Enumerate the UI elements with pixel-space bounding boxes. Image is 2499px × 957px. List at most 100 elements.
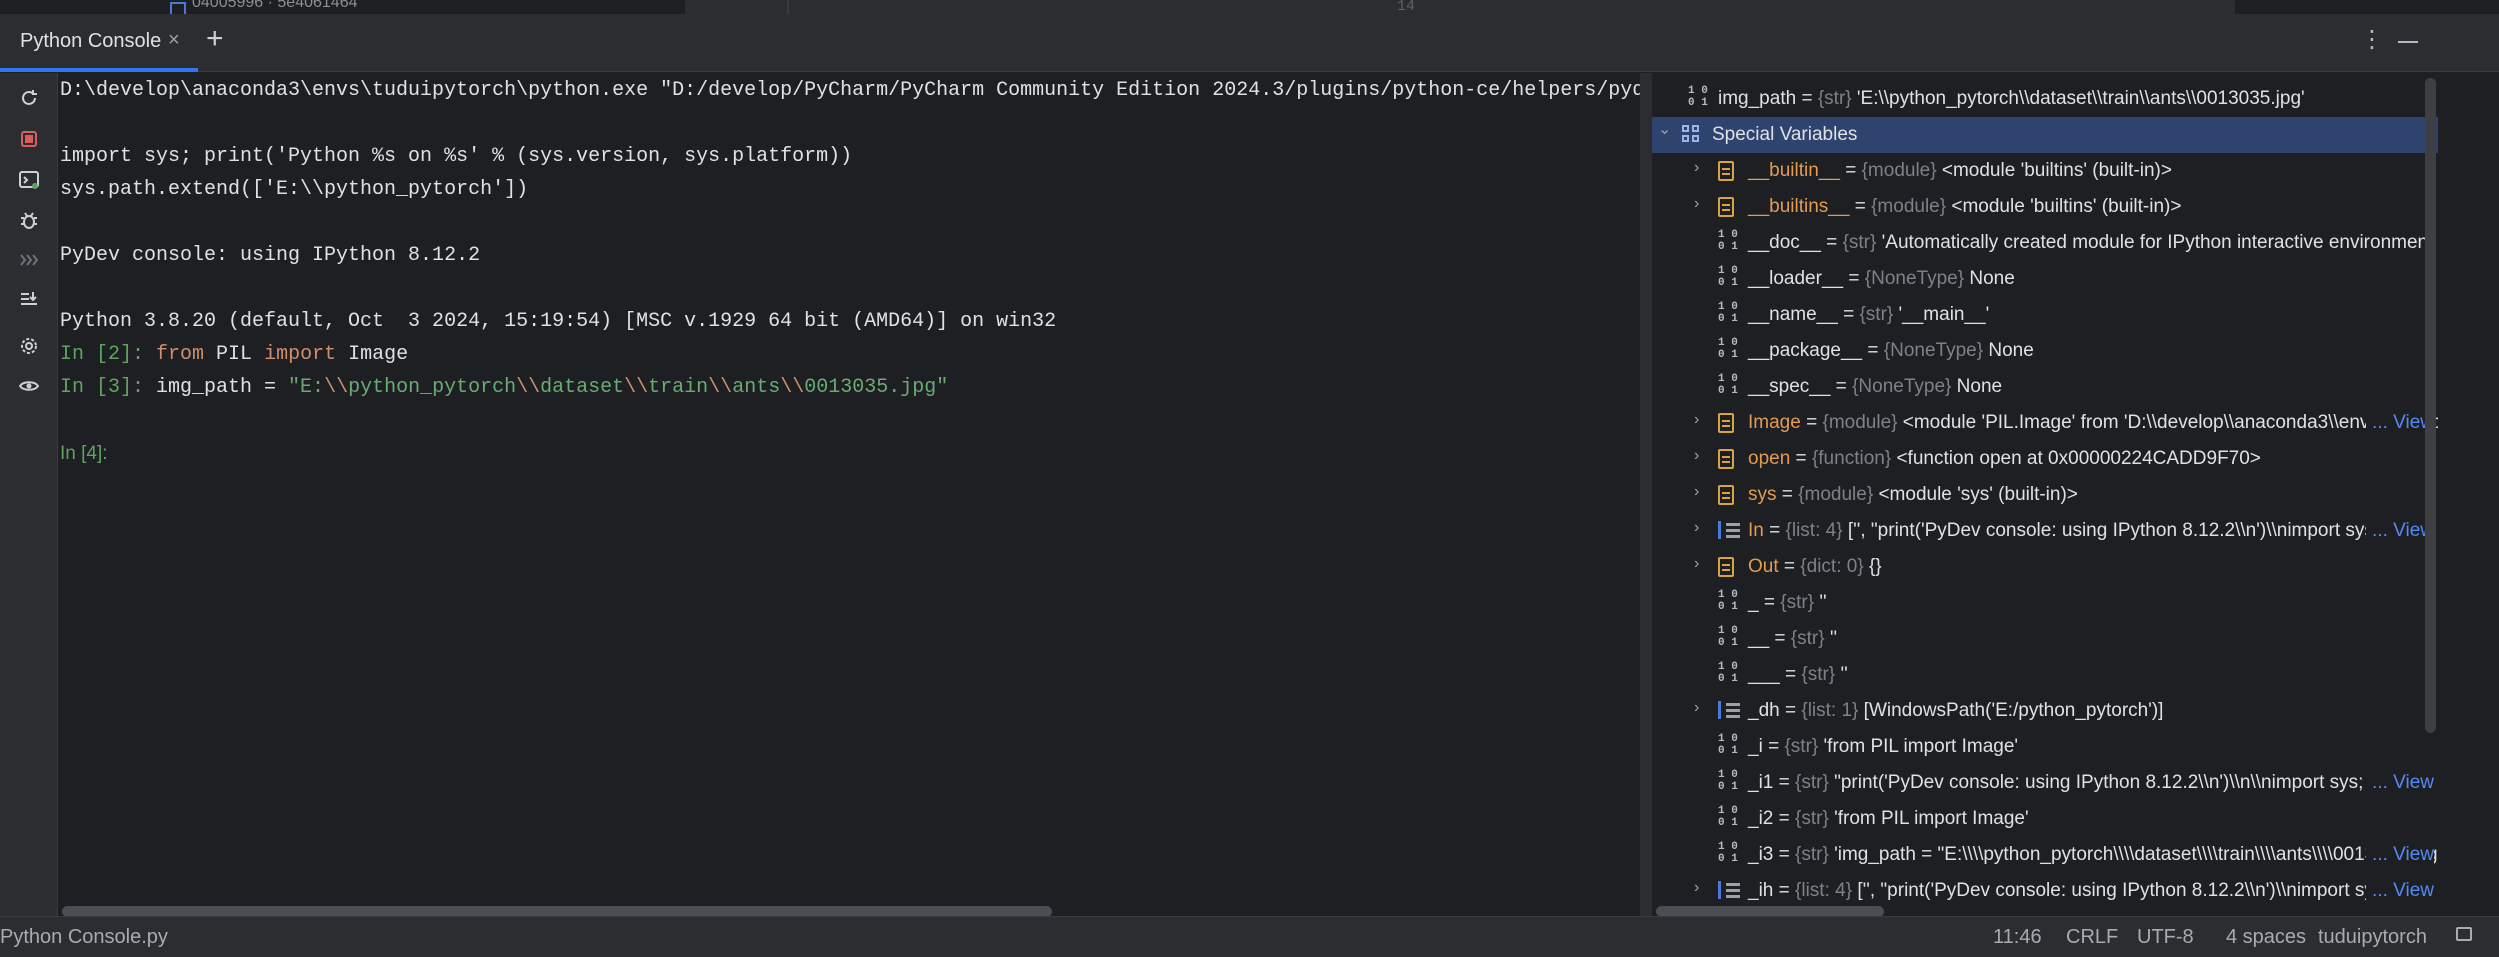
variable-row[interactable]: › _ih = {list: 4} ['', "print('PyDev cons… (1652, 873, 2438, 909)
editor-tab-fragment: 04005996 · 5e4061464 (192, 0, 358, 11)
rerun-icon[interactable] (16, 87, 42, 113)
chevron-down-icon[interactable]: ⌄ (1658, 119, 1671, 139)
variable-value: 'from PIL import Image' (1828, 808, 2029, 829)
variable-row[interactable]: › open = {function} <function open at 0x0… (1652, 441, 2438, 477)
escape-token: \\ (780, 376, 805, 399)
variable-row[interactable]: 1 00 1 _i2 = {str} 'from PIL import Image… (1652, 801, 2438, 837)
equals-sign: = (1778, 556, 1801, 577)
variable-type: {str} (1784, 736, 1819, 757)
variable-row[interactable]: 1 00 1 __doc__ = {str} 'Automatically cre… (1652, 225, 2438, 261)
view-link[interactable]: ... View (2366, 844, 2434, 866)
variable-row[interactable]: 1 00 1 __loader__ = {NoneType} None (1652, 261, 2438, 297)
tab-label: Python Console (20, 30, 162, 52)
variable-text: _dh = {list: 1} [WindowsPath('E:/python_… (1748, 700, 2163, 722)
chevron-right-icon[interactable]: › (1694, 159, 1699, 177)
chevron-right-icon[interactable]: › (1694, 195, 1699, 213)
add-tab-icon[interactable]: + (206, 24, 224, 54)
variable-row[interactable]: ⌄ Special Variables (1652, 117, 2438, 153)
status-interpreter[interactable]: tuduipytorch (2318, 926, 2427, 949)
chevron-right-icon[interactable]: › (1694, 555, 1699, 573)
variable-row[interactable]: 1 00 1 __package__ = {NoneType} None (1652, 333, 2438, 369)
variable-row[interactable]: › __builtins__ = {module} <module 'builti… (1652, 189, 2438, 225)
variable-type: {list: 4} (1795, 880, 1853, 901)
variable-row[interactable]: 1 00 1 ___ = {str} '' (1652, 657, 2438, 693)
variable-row[interactable]: 1 00 1 _i3 = {str} 'img_path = "E:\\\\pyt… (1652, 837, 2438, 873)
gutter-divider (787, 0, 789, 14)
chevron-right-icon[interactable]: › (1694, 447, 1699, 465)
chevron-right-icon[interactable]: › (1694, 519, 1699, 537)
console-line: Python 3.8.20 (default, Oct 3 2024, 15:1… (60, 310, 1057, 333)
input-prompt-current[interactable]: In [4]: (60, 440, 108, 468)
code-token: img_path = (144, 376, 289, 399)
console-output[interactable]: D:\develop\anaconda3\envs\tuduipytorch\p… (59, 73, 1872, 895)
view-link[interactable]: ... View (2366, 880, 2434, 902)
scroll-to-end-icon[interactable] (16, 289, 42, 315)
variable-text: __name__ = {str} '__main__' (1748, 304, 1989, 326)
close-icon[interactable]: × (168, 29, 180, 52)
tab-python-console[interactable]: Python Console × (0, 14, 198, 72)
equals-sign: = (1820, 232, 1843, 253)
variable-row[interactable]: 1 00 1 _i1 = {str} "print('PyDev console:… (1652, 765, 2438, 801)
variable-text: __loader__ = {NoneType} None (1748, 268, 2015, 290)
variable-row[interactable]: › Out = {dict: 0} {} (1652, 549, 2438, 585)
variable-row[interactable]: › sys = {module} <module 'sys' (built-in)… (1652, 477, 2438, 513)
variable-row[interactable]: › _dh = {list: 1} [WindowsPath('E:/python… (1652, 693, 2438, 729)
settings-gear-icon[interactable] (16, 335, 42, 361)
variable-type: {list: 1} (1801, 700, 1859, 721)
execute-icon[interactable] (16, 249, 42, 275)
file-icon (170, 2, 186, 14)
equals-sign: = (1776, 484, 1799, 505)
variable-row[interactable]: 1 00 1 _i = {str} 'from PIL import Image' (1652, 729, 2438, 765)
variable-type: {str} (1795, 772, 1829, 793)
status-line-separator[interactable]: CRLF (2066, 926, 2118, 949)
special-vars-icon (1682, 125, 1702, 145)
status-caret-position[interactable]: 11:46 (1993, 926, 2042, 949)
console-input-line: In [2]: from PIL import Image (60, 341, 408, 369)
variable-row[interactable]: › In = {list: 4} ['', "print('PyDev conso… (1652, 513, 2438, 549)
variable-name: _ (1748, 592, 1759, 613)
view-link[interactable]: ... View (2366, 520, 2434, 542)
debug-icon[interactable] (16, 209, 42, 235)
top-editor-fragment: 04005996 · 5e4061464 14 (0, 0, 2499, 15)
01-icon: 1 00 1 (1718, 661, 1738, 685)
variable-type: {module} (1861, 160, 1937, 181)
variables-vertical-scrollbar[interactable] (2425, 78, 2436, 733)
chevron-right-icon[interactable]: › (1694, 483, 1699, 501)
module-icon (1718, 161, 1734, 181)
variable-value: 'from PIL import Image' (1818, 736, 2019, 757)
chevron-right-icon[interactable]: › (1694, 699, 1699, 717)
status-encoding[interactable]: UTF-8 (2137, 926, 2194, 949)
more-options-icon[interactable]: ⋮ (2360, 28, 2384, 52)
stop-icon[interactable] (16, 128, 42, 154)
variable-row[interactable]: 1 00 1 __ = {str} '' (1652, 621, 2438, 657)
variable-type: {str} (1795, 844, 1829, 865)
variable-type: {function} (1811, 448, 1892, 469)
chevron-right-icon[interactable]: › (1694, 879, 1699, 897)
panel-splitter[interactable] (1640, 73, 1652, 916)
variable-row[interactable]: › __builtin__ = {module} <module 'builtin… (1652, 153, 2438, 189)
variable-row[interactable]: 1 00 1 __name__ = {str} '__main__' (1652, 297, 2438, 333)
status-indent[interactable]: 4 spaces (2226, 926, 2306, 949)
variable-value: None (1964, 268, 2015, 289)
variable-row[interactable]: › Image = {module} <module 'PIL.Image' fr… (1652, 405, 2438, 441)
variable-name: In (1748, 520, 1764, 541)
view-link[interactable]: ... View (2366, 412, 2434, 434)
show-variables-eye-icon[interactable] (16, 375, 42, 401)
chevron-right-icon[interactable]: › (1694, 411, 1699, 429)
equals-sign: = (1849, 196, 1872, 217)
variable-text: Out = {dict: 0} {} (1748, 556, 1882, 578)
variable-name: open (1748, 448, 1791, 469)
lock-icon[interactable] (2456, 927, 2472, 941)
variable-row[interactable]: 1 00 1 __spec__ = {NoneType} None (1652, 369, 2438, 405)
console-icon[interactable] (16, 169, 42, 195)
module-icon (1718, 197, 1734, 217)
variable-row[interactable]: 1 00 1 _ = {str} '' (1652, 585, 2438, 621)
status-file[interactable]: Python Console.py (0, 926, 168, 949)
view-link[interactable]: ... View (2366, 772, 2434, 794)
keyword: import (264, 343, 337, 366)
variable-row[interactable]: 1 00 1 img_path = {str} 'E:\\python_pytor… (1652, 81, 2438, 117)
variable-name: Image (1748, 412, 1801, 433)
variable-value: 'img_path = "E:\\\\python_pytorch\\\\dat… (1828, 844, 2438, 865)
minimize-icon[interactable] (2398, 41, 2418, 43)
variable-name: __builtins__ (1748, 196, 1850, 217)
